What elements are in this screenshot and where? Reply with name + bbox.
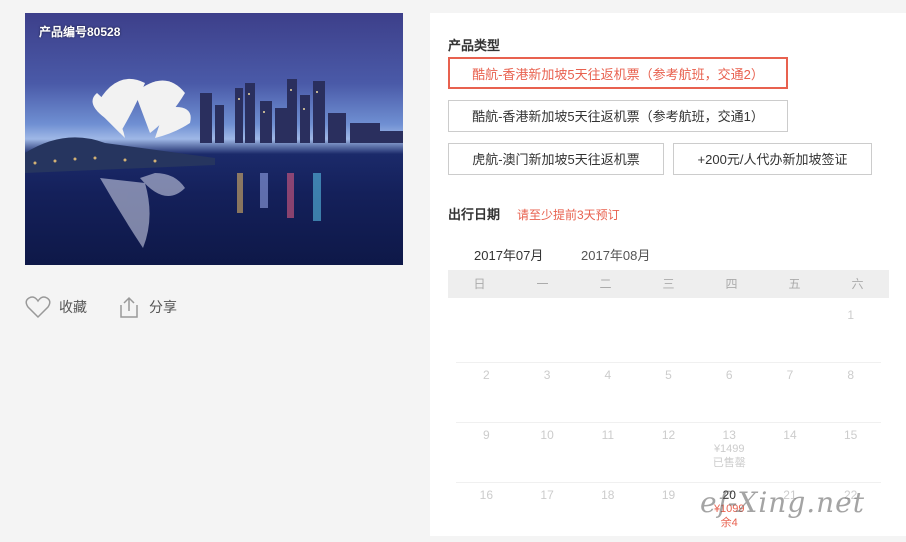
weekday-label: 六 <box>851 277 864 291</box>
singapore-skyline-image <box>25 78 403 248</box>
calendar-day-10: 10 <box>517 423 578 482</box>
calendar-day-9: 9 <box>456 423 517 482</box>
calendar-day-empty <box>517 303 578 362</box>
travel-date-title: 出行日期 <box>448 207 501 222</box>
day-number: 6 <box>725 368 733 382</box>
day-number: 4 <box>604 368 612 382</box>
weekday-label: 一 <box>536 277 549 291</box>
share-icon <box>120 296 138 318</box>
weekday-label: 二 <box>599 277 612 291</box>
weekday-label: 四 <box>725 277 738 291</box>
day-number: 18 <box>601 488 615 502</box>
weekday-label: 三 <box>662 277 675 291</box>
day-number: 19 <box>661 488 676 502</box>
day-number: 3 <box>543 368 551 382</box>
tab-month-august[interactable]: 2017年08月 <box>581 245 650 271</box>
day-number: 12 <box>661 428 676 442</box>
calendar-day-18: 18 <box>577 483 638 542</box>
calendar-day-1: 1 <box>820 303 881 362</box>
calendar-day-empty <box>699 303 760 362</box>
heart-icon <box>25 296 51 319</box>
booking-hint: 请至少提前3天预订 <box>517 208 620 222</box>
calendar-day-15: 15 <box>820 423 881 482</box>
weekday-header: 日 一 二 三 四 五 六 <box>448 270 889 298</box>
calendar-day-19: 19 <box>638 483 699 542</box>
calendar-day-empty <box>577 303 638 362</box>
weekday-label: 五 <box>788 277 801 291</box>
product-gallery: 产品编号80528 收藏 分享 <box>25 13 403 319</box>
day-number: 15 <box>843 428 858 442</box>
calendar-day-3: 3 <box>517 363 578 422</box>
product-option-4[interactable]: +200元/人代办新加坡签证 <box>673 143 872 175</box>
calendar-day-13: 13 ¥1499 已售罄 <box>699 423 760 482</box>
calendar-day-empty <box>456 303 517 362</box>
calendar-day-2: 2 <box>456 363 517 422</box>
share-label: 分享 <box>149 299 177 315</box>
calendar-day-empty <box>638 303 699 362</box>
day-number: 13 <box>722 428 736 442</box>
favorite-label: 收藏 <box>59 299 87 315</box>
calendar-day-6: 6 <box>699 363 760 422</box>
day-number: 7 <box>786 368 794 382</box>
product-actions: 收藏 分享 <box>25 295 403 319</box>
calendar-week-row: 2 3 4 5 6 7 8 <box>456 363 881 423</box>
calendar-week-row: 9 10 11 12 13 ¥1499 已售罄 14 15 <box>456 423 881 483</box>
calendar-day-8: 8 <box>820 363 881 422</box>
product-option-3[interactable]: 虎航-澳门新加坡5天往返机票 <box>448 143 664 175</box>
calendar-day-17: 17 <box>517 483 578 542</box>
day-price: ¥1499 <box>713 443 745 455</box>
day-number: 8 <box>847 368 855 382</box>
product-option-1[interactable]: 酷航-香港新加坡5天往返机票（参考航班，交通2） <box>448 57 788 89</box>
calendar-day-14: 14 <box>760 423 821 482</box>
calendar-day-12: 12 <box>638 423 699 482</box>
day-number: 10 <box>540 428 554 442</box>
day-number: 5 <box>665 368 672 382</box>
calendar-day-16: 16 <box>456 483 517 542</box>
day-number: 17 <box>540 488 554 502</box>
calendar-day-4: 4 <box>577 363 638 422</box>
product-type-title: 产品类型 <box>448 38 501 53</box>
product-photo: 产品编号80528 <box>25 13 403 265</box>
tab-month-july[interactable]: 2017年07月 <box>461 245 556 273</box>
watermark: ef-Xing.net <box>700 486 865 519</box>
favorite-button[interactable]: 收藏 <box>25 295 87 319</box>
day-number: 16 <box>479 488 494 502</box>
day-number: 9 <box>483 428 490 442</box>
day-number: 14 <box>783 428 797 442</box>
product-code: 产品编号80528 <box>39 25 121 39</box>
calendar-day-7: 7 <box>760 363 821 422</box>
weekday-label: 日 <box>473 277 486 291</box>
product-option-2[interactable]: 酷航-香港新加坡5天往返机票（参考航班，交通1） <box>448 100 788 132</box>
share-button[interactable]: 分享 <box>117 295 177 319</box>
day-stock: 已售罄 <box>712 457 746 469</box>
calendar-day-11: 11 <box>577 423 638 482</box>
calendar-week-row: 1 <box>456 303 881 363</box>
day-number: 1 <box>847 308 855 322</box>
calendar-day-empty <box>760 303 821 362</box>
calendar-day-5: 5 <box>638 363 699 422</box>
booking-panel: 产品类型 酷航-香港新加坡5天往返机票（参考航班，交通2） 酷航-香港新加坡5天… <box>430 13 906 536</box>
day-number: 2 <box>483 368 490 382</box>
day-number: 11 <box>601 428 615 442</box>
